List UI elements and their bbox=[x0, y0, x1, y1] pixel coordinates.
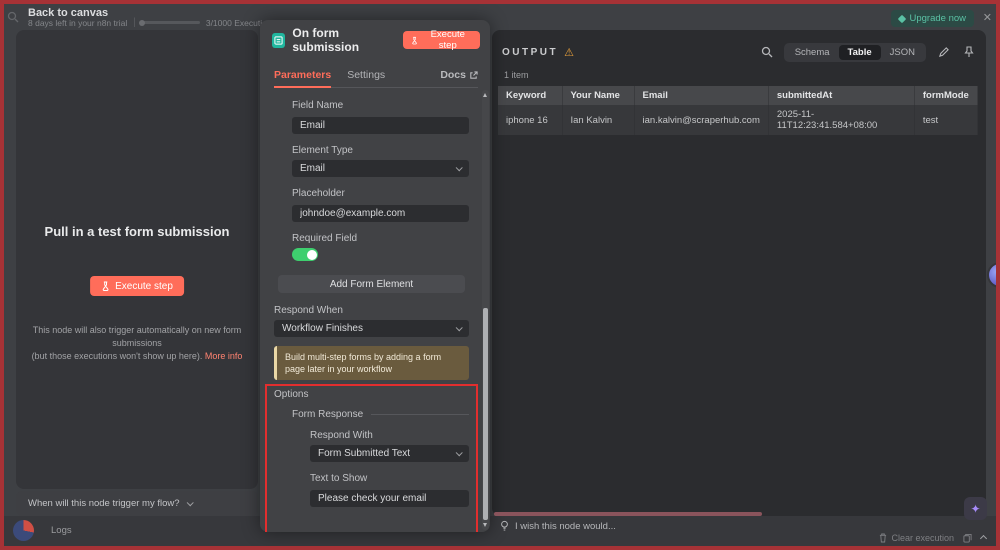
chevron-down-icon bbox=[455, 164, 463, 172]
table-cell: 2025-11-11T12:23:41.584+08:00 bbox=[768, 105, 915, 135]
more-info-link[interactable]: More info bbox=[205, 351, 243, 361]
pin-data-icon[interactable] bbox=[960, 43, 978, 61]
form-node-icon bbox=[272, 32, 286, 48]
execute-step-button-modal[interactable]: Execute step bbox=[403, 29, 480, 51]
copy-icon[interactable] bbox=[963, 533, 972, 543]
scroll-down-arrow[interactable] bbox=[483, 523, 488, 527]
output-table-body: iphone 16 Ian Kalvin ian.kalvin@scraperhub… bbox=[498, 105, 978, 135]
respond-when-label: Respond When bbox=[274, 305, 343, 316]
placeholder-label: Placeholder bbox=[292, 188, 345, 199]
output-title: OUTPUT bbox=[502, 46, 559, 58]
text-to-show-label: Text to Show bbox=[310, 473, 368, 484]
canvas-search-icon[interactable] bbox=[7, 11, 19, 23]
external-link-icon bbox=[470, 70, 478, 79]
execute-step-button[interactable]: Execute step bbox=[90, 276, 184, 296]
tab-parameters[interactable]: Parameters bbox=[274, 69, 332, 88]
element-type-select[interactable]: Email bbox=[292, 160, 469, 177]
chevron-down-icon bbox=[455, 324, 463, 332]
warning-icon: ⚠ bbox=[564, 46, 574, 59]
top-bar: Back to canvas 8 days left in your n8n t… bbox=[0, 0, 1000, 30]
executions-progress-bar bbox=[138, 19, 200, 26]
respond-with-select[interactable]: Form Submitted Text bbox=[310, 445, 469, 462]
view-schema[interactable]: Schema bbox=[786, 45, 839, 60]
flask-icon bbox=[102, 281, 109, 291]
ai-assistant-button[interactable]: ✦ bbox=[964, 497, 987, 520]
logs-bar: Logs I wish this node would... Clear exe… bbox=[4, 516, 996, 546]
user-avatar[interactable] bbox=[13, 520, 34, 541]
field-name-input[interactable] bbox=[292, 117, 469, 134]
placeholder-input[interactable] bbox=[292, 205, 469, 222]
logs-label[interactable]: Logs bbox=[51, 525, 72, 536]
items-count: 1 item bbox=[504, 70, 529, 80]
input-panel: Pull in a test form submission Execute s… bbox=[16, 30, 258, 489]
column-header[interactable]: Email bbox=[634, 86, 769, 105]
upgrade-button[interactable]: Upgrade now bbox=[891, 10, 974, 27]
wish-input[interactable]: I wish this node would... bbox=[500, 520, 616, 532]
element-type-label: Element Type bbox=[292, 145, 353, 156]
add-form-element-button[interactable]: Add Form Element bbox=[278, 275, 465, 293]
chevron-down-icon bbox=[186, 499, 194, 507]
edit-output-icon[interactable] bbox=[934, 43, 952, 61]
respond-with-label: Respond With bbox=[310, 430, 373, 441]
form-response-label: Form Response bbox=[292, 409, 364, 420]
output-panel: OUTPUT ⚠ Schema Table JSON 1 item Keywor… bbox=[492, 30, 986, 516]
node-title: On form submission bbox=[292, 26, 360, 54]
required-field-toggle[interactable] bbox=[292, 248, 318, 261]
horizontal-scrollbar[interactable] bbox=[494, 512, 762, 516]
options-title: Options bbox=[274, 389, 309, 400]
required-field-label: Required Field bbox=[292, 233, 358, 244]
help-chat-bubble[interactable] bbox=[987, 262, 1000, 288]
options-section: Options Form Response Respond With Form … bbox=[265, 384, 478, 532]
trigger-note: This node will also trigger automaticall… bbox=[31, 325, 243, 361]
view-json[interactable]: JSON bbox=[881, 45, 924, 60]
output-table-head-row: Keyword Your Name Email submittedAt formMode bbox=[498, 86, 978, 105]
trigger-info-bar[interactable]: When will this node trigger my flow? bbox=[16, 491, 258, 516]
table-cell: Ian Kalvin bbox=[562, 105, 635, 135]
tab-settings[interactable]: Settings bbox=[347, 69, 385, 86]
docs-link[interactable]: Docs bbox=[440, 69, 478, 86]
table-cell: test bbox=[914, 105, 978, 135]
chevron-down-icon bbox=[455, 449, 463, 457]
node-settings-modal: On form submission Execute step Paramete… bbox=[260, 20, 490, 532]
table-cell: iphone 16 bbox=[498, 105, 563, 135]
respond-when-select[interactable]: Workflow Finishes bbox=[274, 320, 469, 337]
modal-tabs: Parameters Settings Docs bbox=[274, 68, 478, 88]
text-to-show-input[interactable] bbox=[310, 490, 469, 507]
upgrade-icon bbox=[898, 14, 907, 23]
column-header[interactable]: Keyword bbox=[498, 86, 563, 105]
multi-step-notice: Build multi-step forms by adding a form … bbox=[274, 346, 469, 380]
output-table: Keyword Your Name Email submittedAt formMode… bbox=[498, 86, 978, 135]
parameters-body: Field Name Element Type Email Placeholde… bbox=[260, 90, 481, 532]
scrollbar-thumb[interactable] bbox=[483, 308, 488, 520]
column-header[interactable]: formMode bbox=[914, 86, 978, 105]
flask-icon bbox=[412, 36, 418, 44]
table-cell: ian.kalvin@scraperhub.com bbox=[634, 105, 769, 135]
lightbulb-icon bbox=[501, 520, 508, 531]
close-icon[interactable]: ✕ bbox=[983, 11, 992, 24]
view-toggle: Schema Table JSON bbox=[783, 42, 926, 62]
scroll-up-arrow[interactable] bbox=[483, 93, 488, 97]
clear-execution-button[interactable]: Clear execution bbox=[879, 533, 954, 543]
input-panel-title: Pull in a test form submission bbox=[44, 224, 230, 239]
table-row[interactable]: iphone 16 Ian Kalvin ian.kalvin@scraperhub… bbox=[498, 105, 978, 135]
column-header[interactable]: Your Name bbox=[562, 86, 635, 105]
divider bbox=[371, 414, 469, 415]
expand-logs-icon[interactable] bbox=[979, 534, 988, 542]
view-table[interactable]: Table bbox=[838, 44, 881, 60]
divider: | bbox=[133, 17, 136, 28]
modal-scrollbar[interactable] bbox=[482, 90, 489, 530]
search-icon[interactable] bbox=[758, 43, 776, 61]
field-name-label: Field Name bbox=[292, 100, 344, 111]
trash-icon bbox=[880, 533, 887, 543]
trial-status: 8 days left in your n8n trial bbox=[28, 17, 128, 28]
column-header[interactable]: submittedAt bbox=[768, 86, 915, 105]
